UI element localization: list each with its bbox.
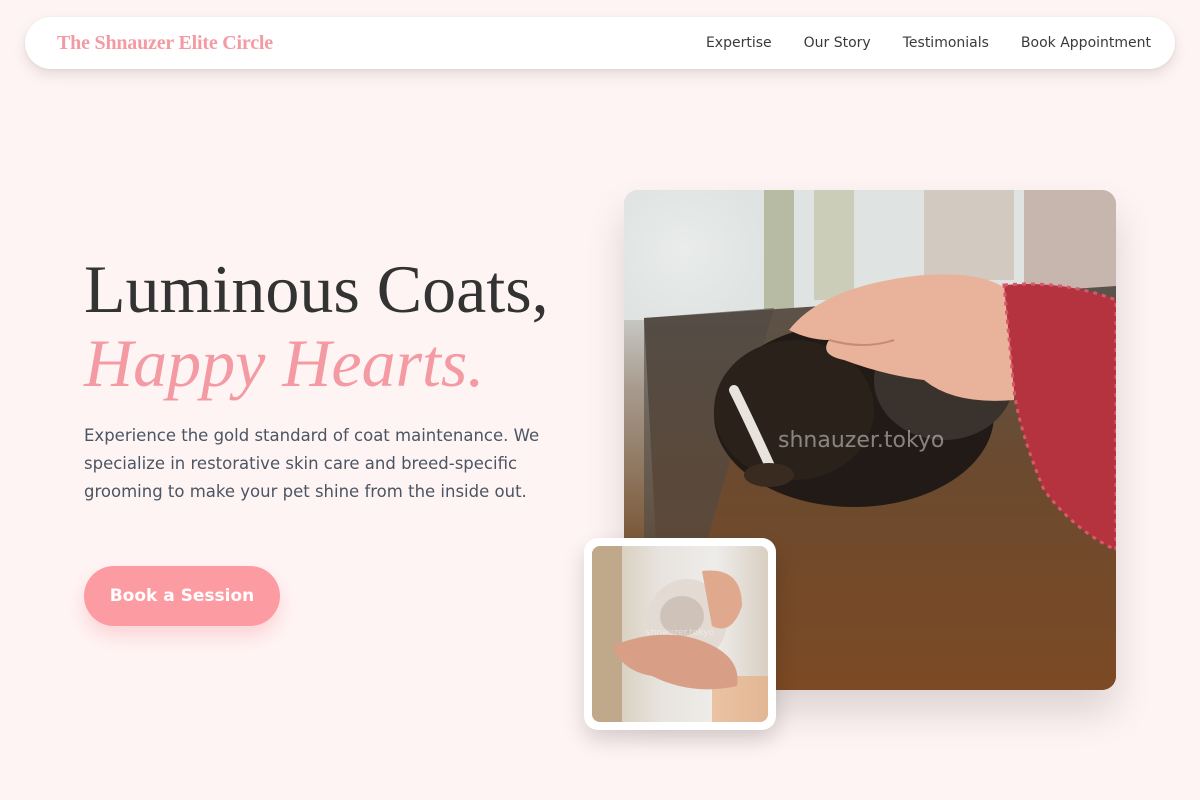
brand-logo[interactable]: The Shnauzer Elite Circle (57, 32, 273, 55)
nav-link-expertise[interactable]: Expertise (706, 35, 772, 51)
book-session-button[interactable]: Book a Session (84, 566, 280, 626)
hero-secondary-photo: shnauzer.tokyo (584, 538, 776, 730)
hero-title-line1: Luminous Coats, (84, 251, 549, 327)
nav-link-our-story[interactable]: Our Story (804, 35, 871, 51)
hero-description: Experience the gold standard of coat mai… (84, 426, 540, 501)
hero-title-line2: Happy Hearts. (84, 325, 485, 401)
nav-link-book-appointment[interactable]: Book Appointment (1021, 35, 1151, 51)
top-navbar: The Shnauzer Elite Circle Expertise Our … (25, 17, 1175, 69)
small-photo-watermark: shnauzer.tokyo (646, 628, 715, 638)
nav-link-testimonials[interactable]: Testimonials (903, 35, 989, 51)
pet-in-hand-photo: shnauzer.tokyo (592, 546, 768, 722)
main-photo-watermark: shnauzer.tokyo (778, 428, 945, 453)
hero-title: Luminous Coats, Happy Hearts. (84, 252, 549, 400)
nav-links: Expertise Our Story Testimonials Book Ap… (706, 35, 1151, 51)
